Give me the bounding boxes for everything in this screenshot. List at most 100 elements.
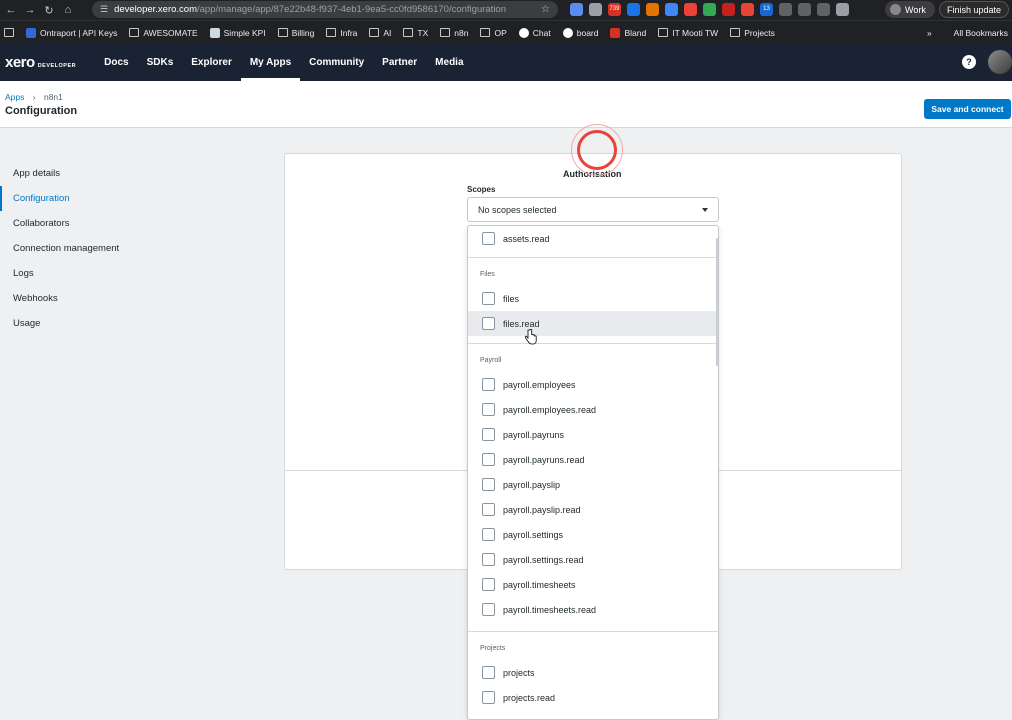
bookmark-projects[interactable]: Projects [730,28,775,38]
finish-update-button[interactable]: Finish update [939,1,1009,18]
bookmark-simple-kpi[interactable]: Simple KPI [209,27,266,38]
checkbox[interactable] [482,317,495,330]
scope-option[interactable]: projects [468,660,718,685]
checkbox[interactable] [482,292,495,305]
extension-icon[interactable] [817,3,830,16]
caret-down-icon [702,208,708,212]
bookmark-awesomate[interactable]: AWESOMATE [129,28,198,38]
extension-icon[interactable] [722,3,735,16]
checkbox[interactable] [482,503,495,516]
bookmark-billing[interactable]: Billing [277,28,314,38]
side-item-webhooks[interactable]: Webhooks [0,286,170,311]
side-item-collaborators[interactable]: Collaborators [0,211,170,236]
scope-option-label: payroll.settings [503,529,564,540]
bookmark-bland[interactable]: Bland [610,27,647,38]
bookmark-label: board [576,27,599,38]
scope-option[interactable]: payroll.payslip [468,472,718,497]
extension-icon[interactable] [570,3,583,16]
pin-icon[interactable] [836,3,849,16]
extension-badge[interactable]: 13 [760,3,773,16]
nav-community[interactable]: Community [300,44,373,81]
scope-option[interactable]: assets.read [468,226,718,251]
nav-my-apps[interactable]: My Apps [240,44,301,81]
extension-icon[interactable] [665,3,678,16]
nav-explorer[interactable]: Explorer [182,44,241,81]
bookmark-infra[interactable]: Infra [326,28,357,38]
bookmark-it-mooti-tw[interactable]: IT Mooti TW [658,28,718,38]
xero-developer-logo[interactable]: xero DEVELOPER [5,54,76,71]
checkbox[interactable] [482,553,495,566]
checkbox[interactable] [482,478,495,491]
checkbox[interactable] [482,578,495,591]
checkbox[interactable] [482,528,495,541]
checkbox[interactable] [482,428,495,441]
side-item-usage[interactable]: Usage [0,311,170,336]
scope-option[interactable]: payroll.employees [468,372,718,397]
puzzle-icon[interactable] [779,3,792,16]
checkbox[interactable] [482,691,495,704]
breadcrumb-apps-link[interactable]: Apps [5,92,24,102]
back-icon[interactable]: ← [3,2,19,18]
bookmark-chat[interactable]: Chat [518,27,551,38]
scope-option[interactable]: payroll.payruns.read [468,447,718,472]
extension-icon[interactable] [589,3,602,16]
extension-badge[interactable]: 739 [608,3,621,16]
scope-option[interactable]: payroll.employees.read [468,397,718,422]
scope-option-hovered[interactable]: files.read [468,311,718,336]
bookmark-board[interactable]: board [562,27,599,38]
profile-label: Work [905,4,926,15]
nav-sdks[interactable]: SDKs [138,44,183,81]
scope-option[interactable]: payroll.settings [468,522,718,547]
bookmark-label: Bland [624,27,647,38]
scopes-select[interactable]: No scopes selected [467,197,719,222]
side-item-configuration[interactable]: Configuration [0,186,170,211]
reload-icon[interactable]: ↻ [41,2,57,18]
scope-option[interactable]: payroll.payslip.read [468,497,718,522]
home-icon[interactable]: ⌂ [60,2,76,18]
site-info-icon[interactable]: ☰ [100,4,108,15]
extension-icon[interactable] [684,3,697,16]
user-avatar[interactable] [988,50,1012,74]
forward-icon[interactable]: → [22,2,38,18]
extension-icon[interactable] [646,3,659,16]
checkbox[interactable] [482,232,495,245]
scope-option-label: files [503,293,520,304]
scope-option[interactable]: payroll.payruns [468,422,718,447]
extension-icon[interactable] [798,3,811,16]
extension-icon[interactable] [627,3,640,16]
scope-option[interactable]: payroll.timesheets.read [468,597,718,622]
scope-option[interactable]: payroll.settings.read [468,547,718,572]
bookmark-star-icon[interactable]: ☆ [541,4,550,15]
checkbox[interactable] [482,666,495,679]
bookmark-label: n8n [454,27,469,38]
apps-grid-icon[interactable] [4,28,14,37]
side-item-connection-management[interactable]: Connection management [0,236,170,261]
help-icon[interactable]: ? [962,55,976,69]
extension-icon[interactable] [741,3,754,16]
nav-docs[interactable]: Docs [95,44,137,81]
side-item-logs[interactable]: Logs [0,261,170,286]
bookmark-n8n[interactable]: n8n [440,28,468,38]
checkbox[interactable] [482,453,495,466]
address-bar[interactable]: ☰ developer.xero.com/app/manage/app/87e2… [92,1,558,18]
extension-icon[interactable] [703,3,716,16]
bookmark-label: IT Mooti TW [672,27,719,38]
nav-media[interactable]: Media [426,44,472,81]
bookmark-ontraport[interactable]: Ontraport | API Keys [26,27,117,38]
dropdown-scrollbar[interactable] [716,238,719,366]
profile-chip[interactable]: Work [885,1,935,18]
bookmark-ai[interactable]: AI [369,28,391,38]
folder-icon [658,28,669,37]
bookmark-op[interactable]: OP [480,28,507,38]
scope-option[interactable]: projects.read [468,685,718,710]
checkbox[interactable] [482,603,495,616]
checkbox[interactable] [482,403,495,416]
all-bookmarks[interactable]: » All Bookmarks [927,28,1008,38]
scope-option[interactable]: payroll.timesheets [468,572,718,597]
save-and-connect-button[interactable]: Save and connect [924,99,1011,119]
side-item-app-details[interactable]: App details [0,161,170,186]
checkbox[interactable] [482,378,495,391]
scope-option[interactable]: files [468,286,718,311]
nav-partner[interactable]: Partner [373,44,426,81]
bookmark-tx[interactable]: TX [403,28,428,38]
